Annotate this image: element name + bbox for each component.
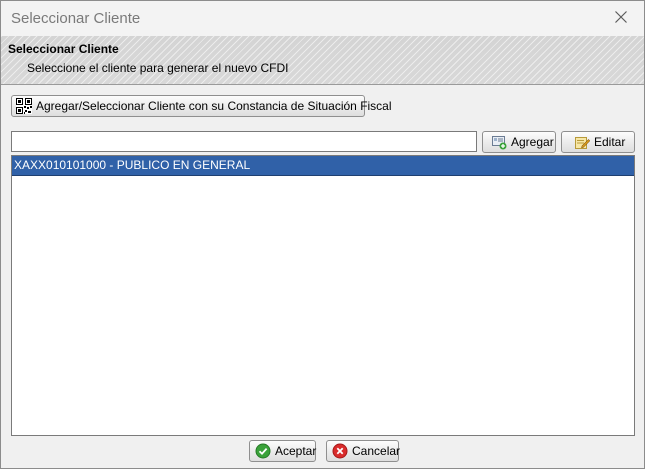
close-icon — [615, 10, 627, 28]
edit-client-label: Editar — [594, 135, 626, 149]
banner-subtitle: Seleccione el cliente para generar el nu… — [27, 61, 289, 75]
accept-label: Aceptar — [275, 444, 317, 458]
cancel-circle-icon — [332, 443, 348, 459]
client-search-input[interactable] — [11, 131, 477, 152]
qr-code-icon — [16, 98, 32, 114]
add-card-icon — [491, 134, 507, 150]
cancel-button[interactable]: Cancelar — [326, 440, 401, 462]
edit-pencil-icon — [574, 134, 590, 150]
header-banner: Seleccionar Cliente Seleccione el client… — [1, 36, 644, 85]
title-bar: Seleccionar Cliente — [1, 1, 644, 36]
dialog-window: Seleccionar Cliente Seleccionar Cliente … — [0, 0, 645, 469]
banner-title: Seleccionar Cliente — [8, 42, 119, 56]
check-circle-icon — [255, 443, 271, 459]
add-select-client-csf-button[interactable]: Agregar/Seleccionar Cliente con su Const… — [11, 95, 392, 117]
window-title: Seleccionar Cliente — [11, 10, 141, 27]
add-client-button[interactable]: Agregar — [482, 131, 556, 153]
cancel-label: Cancelar — [352, 444, 401, 458]
csf-button-label: Agregar/Seleccionar Cliente con su Const… — [36, 99, 392, 113]
edit-client-button[interactable]: Editar — [561, 131, 635, 153]
client-list-item[interactable]: XAXX010101000 - PUBLICO EN GENERAL — [12, 156, 634, 176]
accept-button[interactable]: Aceptar — [249, 440, 316, 462]
close-button[interactable] — [598, 1, 644, 36]
add-client-label: Agregar — [511, 135, 554, 149]
client-list[interactable]: XAXX010101000 - PUBLICO EN GENERAL — [11, 155, 635, 436]
